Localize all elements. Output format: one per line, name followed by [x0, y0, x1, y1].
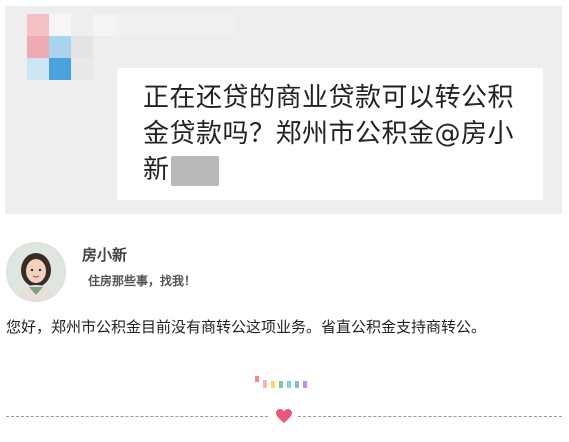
- question-card: 正在还贷的商业贷款可以转公积 金贷款吗？郑州市公积金@房小 新: [5, 6, 562, 214]
- heart-icon: [276, 409, 292, 423]
- question-line-1: 正在还贷的商业贷款可以转公积: [143, 83, 515, 113]
- question-bubble: 正在还贷的商业贷款可以转公积 金贷款吗？郑州市公积金@房小 新: [117, 68, 543, 200]
- divider-left: [6, 416, 268, 417]
- question-line-2: 金贷款吗？郑州市公积金@房小: [143, 119, 515, 149]
- avatar[interactable]: [6, 242, 66, 302]
- avatar-portrait-icon: [7, 243, 65, 301]
- account-name[interactable]: 房小新: [82, 244, 127, 265]
- account-slogan: 住房那些事，找我！: [88, 274, 197, 288]
- answer-text: 您好，郑州市公积金目前没有商转公这项业务。省直公积金支持商转公。: [6, 318, 487, 336]
- divider-right: [298, 416, 562, 417]
- blurred-text-mosaic: [171, 156, 219, 186]
- question-line-3: 新: [143, 155, 170, 185]
- color-bars-decoration: [255, 376, 315, 388]
